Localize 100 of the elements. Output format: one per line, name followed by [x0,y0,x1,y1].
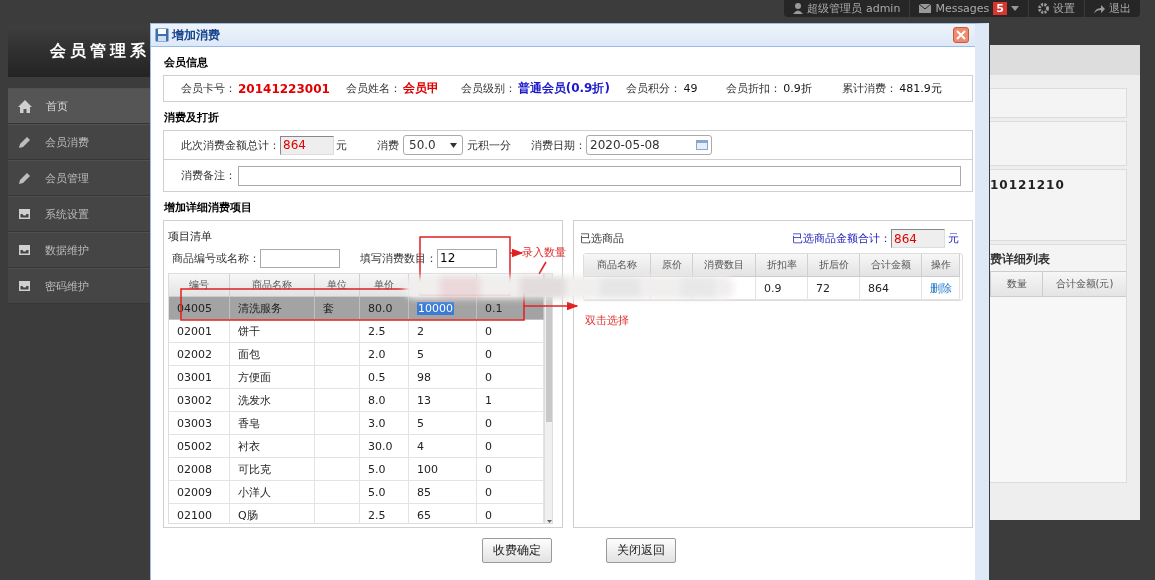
annotation-text: 双击选择 [585,313,629,328]
table-row[interactable]: 05002 衬衣 30.0 4 0 [169,435,544,458]
table-cell: 02002 [169,343,230,366]
table-cell: 5.0 [360,481,409,504]
section-heading: 消费及打折 [164,110,220,125]
field-value: 普通会员(0.9折) [517,80,610,97]
count-badge: 5 [993,2,1007,15]
table-cell [315,366,360,389]
pencil-icon [18,171,31,185]
field-value: 49 [683,82,698,95]
column-header: 单位 [315,274,360,297]
app-title: 会员管理系 [50,40,150,62]
column-header: 合计金额(元) [1042,272,1126,296]
logout-link[interactable]: 退出 [1085,0,1140,17]
table-cell: 5 [409,412,477,435]
table-cell: 面包 [230,343,315,366]
pencil-icon [18,135,31,149]
table-cell: 5 [409,343,477,366]
table-cell: 03002 [169,389,230,412]
table-row[interactable]: 02002 面包 2.0 5 0 [169,343,544,366]
unit-label: 元 [336,137,347,153]
search-field[interactable] [260,248,340,268]
user-link[interactable]: 超级管理员 admin [784,0,911,17]
sidebar-item[interactable]: 密码维护 [8,268,150,304]
table-row[interactable]: 03001 方便面 0.5 98 0 [169,366,544,389]
close-return-button[interactable]: 关闭返回 [606,538,676,563]
table-row[interactable]: 02001 饼干 2.5 2 0 [169,320,544,343]
settings-link[interactable]: 设置 [1029,0,1085,17]
table-cell: 8.0 [360,389,409,412]
total-field[interactable]: 864 [280,135,334,155]
table-cell: 02008 [169,458,230,481]
table-cell: 03001 [169,366,230,389]
table-cell: 80.0 [360,297,409,320]
column-header: 商品名称 [230,274,315,297]
quantity-field[interactable]: 12 [437,248,497,268]
user-icon [793,3,804,14]
home-icon [18,99,32,113]
selected-total-field[interactable]: 864 [891,229,945,248]
table-cell: 5.0 [360,458,409,481]
table-cell: 套 [315,297,360,320]
table-row[interactable]: 03003 香皂 3.0 5 0 [169,412,544,435]
panel-title: 项目清单 [168,229,213,244]
table-cell [315,343,360,366]
table-cell: 2 [409,320,477,343]
table-cell: 100 [409,458,477,481]
table-cell: 02009 [169,481,230,504]
points-select[interactable]: 50.0 [403,135,463,155]
table-cell: 05002 [169,435,230,458]
leader-line [538,261,547,275]
table-cell: 02100 [169,504,230,523]
table-cell: 98 [409,366,477,389]
table-cell [315,412,360,435]
share-icon [1094,3,1105,14]
close-button[interactable] [953,27,969,43]
table-cell: 0.9 [756,277,808,300]
field-value: 481.9元 [899,81,942,96]
caret-icon [547,520,552,523]
table-cell [315,435,360,458]
caret-icon [450,142,457,148]
note-field[interactable] [238,165,961,186]
delete-link[interactable]: 删除 [930,280,952,296]
annotation-arrow [523,301,579,311]
inbox-icon [18,280,31,292]
sidebar-item[interactable]: 首页 [8,88,150,124]
section-heading: 会员信息 [164,55,209,70]
confirm-button[interactable]: 收费确定 [482,538,552,563]
messages-link[interactable]: Messages 5 [910,0,1029,17]
table-cell: 30.0 [360,435,409,458]
table-row[interactable]: 03002 洗发水 8.0 13 1 [169,389,544,412]
table-cell: 香皂 [230,412,315,435]
column-header: 数量 [990,272,1042,296]
date-field[interactable]: 2020-05-08 [586,135,712,155]
sidebar-item[interactable]: 数据维护 [8,232,150,268]
gear-icon [1038,3,1049,14]
section-title: 费详细列表 [990,251,1051,268]
sidebar-item[interactable]: 会员管理 [8,160,150,196]
table-row[interactable]: 02008 可比克 5.0 100 0 [169,458,544,481]
column-header: 折扣率 [756,254,808,277]
column-header: 商品名称 [584,254,651,277]
table-row[interactable]: 02009 小洋人 5.0 85 0 [169,481,544,504]
table-cell: 0.5 [360,366,409,389]
table-cell: 2.5 [360,320,409,343]
field-value: 20141223001 [238,81,330,96]
table-cell: 方便面 [230,366,315,389]
dialog-title: 增加消费 [172,26,221,44]
table-cell [315,481,360,504]
table-cell: 85 [409,481,477,504]
column-header: 合计金额 [860,254,922,277]
column-header: 折后价 [808,254,860,277]
sidebar-item[interactable]: 会员消费 [8,124,150,160]
selected-text: 10000 [417,301,454,315]
column-header: 操作 [922,254,960,277]
field-label: 元积一分 [467,137,511,153]
field-label: 消费备注： [181,168,236,183]
field-label: 已选商品金额合计： [792,231,891,246]
unit-label: 元 [948,231,959,246]
table-cell: 02001 [169,320,230,343]
annotation-arrow [509,248,524,258]
table-cell: 2.0 [360,343,409,366]
sidebar-item[interactable]: 系统设置 [8,196,150,232]
